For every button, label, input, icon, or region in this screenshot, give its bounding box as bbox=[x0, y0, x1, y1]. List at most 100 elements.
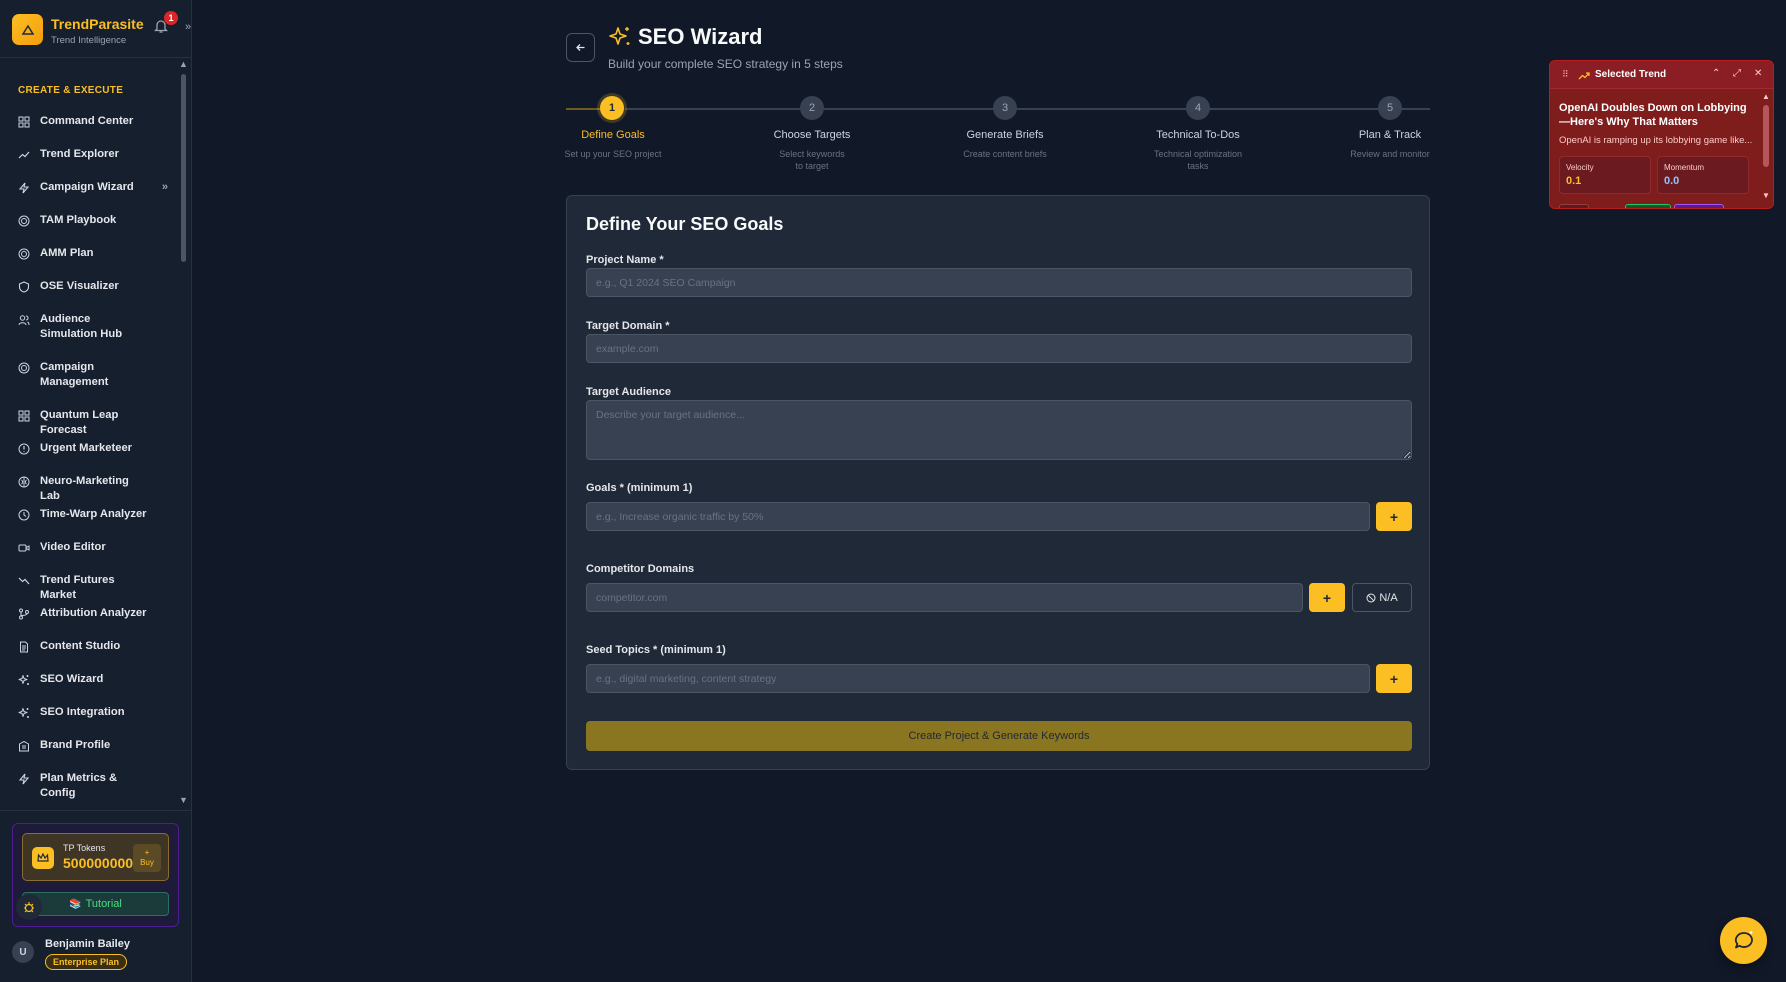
sidebar-item-quantum-leap-forecast[interactable]: Quantum Leap Forecast bbox=[18, 408, 168, 438]
target-icon bbox=[18, 248, 30, 260]
divider bbox=[0, 57, 192, 58]
selected-trend-widget[interactable]: ⠿ Selected Trend ⌃ ⤢ ✕ OpenAI Doubles Do… bbox=[1549, 60, 1774, 209]
target-domain-input[interactable] bbox=[586, 334, 1412, 363]
sidebar-item-label: Neuro-Marketing Lab bbox=[40, 475, 129, 502]
sidebar-item-label: Attribution Analyzer bbox=[40, 607, 147, 619]
sidebar-item-label: TAM Playbook bbox=[40, 214, 117, 226]
sidebar-item-ose-visualizer[interactable]: OSE Visualizer bbox=[18, 279, 168, 294]
scroll-up-icon[interactable]: ▲ bbox=[179, 59, 188, 69]
sidebar-item-label: Content Studio bbox=[40, 640, 121, 652]
sidebar-item-amm-plan[interactable]: AMM Plan bbox=[18, 246, 168, 261]
minimize-icon[interactable]: ⌃ bbox=[1712, 68, 1720, 79]
project-name-input[interactable] bbox=[586, 268, 1412, 297]
create-project-button[interactable]: Create Project & Generate Keywords bbox=[586, 721, 1412, 751]
seed-topic-input[interactable] bbox=[586, 664, 1370, 693]
step-4-circle[interactable]: 4 bbox=[1186, 96, 1210, 120]
logo-icon bbox=[12, 14, 43, 45]
sparkle-icon bbox=[18, 707, 30, 719]
grid-icon bbox=[18, 410, 30, 422]
seed-topics-label: Seed Topics * (minimum 1) bbox=[586, 644, 726, 656]
bolt-icon bbox=[18, 773, 30, 785]
ban-icon bbox=[1366, 593, 1376, 602]
grid-icon bbox=[18, 116, 30, 128]
goals-input[interactable] bbox=[586, 502, 1370, 531]
close-icon[interactable]: ✕ bbox=[1754, 68, 1762, 79]
sidebar-item-seo-wizard[interactable]: SEO Wizard bbox=[18, 672, 168, 687]
sidebar-item-trend-explorer[interactable]: Trend Explorer bbox=[18, 147, 168, 162]
sidebar-item-label: SEO Wizard bbox=[40, 673, 104, 685]
target-audience-label: Target Audience bbox=[586, 386, 671, 398]
step-5-desc: Review and monitor bbox=[1350, 149, 1430, 159]
scroll-down-icon[interactable]: ▼ bbox=[179, 795, 188, 805]
step-2-desc: Select keywords to target bbox=[779, 149, 845, 171]
buy-plus: + bbox=[144, 848, 150, 857]
trending-down-icon bbox=[18, 575, 30, 587]
target-audience-textarea[interactable] bbox=[586, 400, 1412, 460]
add-competitor-button[interactable]: + bbox=[1309, 583, 1345, 612]
branch-icon bbox=[18, 608, 30, 620]
user-name: Benjamin Bailey bbox=[45, 938, 130, 950]
widget-title: Selected Trend bbox=[1595, 69, 1667, 80]
drag-handle-icon[interactable]: ⠿ bbox=[1562, 69, 1569, 80]
sidebar-item-video-editor[interactable]: Video Editor bbox=[18, 540, 168, 555]
sidebar-item-urgent-marketeer[interactable]: Urgent Marketeer bbox=[18, 441, 168, 456]
expand-arrow-icon[interactable]: » bbox=[162, 180, 168, 195]
sidebar-item-label: Plan Metrics & Config bbox=[40, 772, 118, 799]
book-icon: 📚 bbox=[69, 898, 82, 910]
step-4-desc: Technical optimization tasks bbox=[1153, 149, 1243, 171]
sidebar-item-neuro-marketing-lab[interactable]: Neuro-Marketing Lab bbox=[18, 474, 168, 504]
sidebar-item-seo-integration[interactable]: SEO Integration bbox=[18, 705, 168, 720]
avatar[interactable]: U bbox=[12, 941, 34, 963]
step-1-label: Define Goals bbox=[581, 129, 645, 141]
sidebar-item-campaign-wizard[interactable]: Campaign Wizard » bbox=[18, 180, 168, 195]
chat-button[interactable] bbox=[1720, 917, 1767, 964]
momentum-label: Momentum bbox=[1664, 163, 1705, 172]
bug-icon[interactable] bbox=[16, 894, 42, 920]
goals-label: Goals * (minimum 1) bbox=[586, 482, 693, 494]
sidebar-item-label: AMM Plan bbox=[40, 247, 94, 259]
back-button[interactable] bbox=[566, 33, 595, 62]
step-2-circle[interactable]: 2 bbox=[800, 96, 824, 120]
buy-label: Buy bbox=[140, 858, 154, 867]
collapse-sidebar-icon[interactable]: » bbox=[185, 21, 191, 33]
action-chip[interactable] bbox=[1625, 204, 1671, 208]
sidebar-item-label: Campaign Management bbox=[40, 361, 109, 388]
bolt-icon bbox=[18, 182, 30, 194]
add-topic-button[interactable]: + bbox=[1376, 664, 1412, 693]
scroll-up-icon[interactable]: ▲ bbox=[1762, 92, 1770, 101]
buy-tokens-button[interactable]: + Buy bbox=[133, 844, 161, 872]
sidebar-item-attribution-analyzer[interactable]: Attribution Analyzer bbox=[18, 606, 168, 621]
brand-name: TrendParasite bbox=[51, 16, 144, 32]
widget-scrollbar[interactable] bbox=[1763, 105, 1769, 167]
expand-icon[interactable]: ⤢ bbox=[1733, 68, 1741, 79]
sidebar-item-brand-profile[interactable]: Brand Profile bbox=[18, 738, 168, 753]
sidebar-item-campaign-management[interactable]: Campaign Management bbox=[18, 360, 168, 390]
trend-description: OpenAI is ramping up its lobbying game l… bbox=[1559, 135, 1753, 146]
scroll-down-icon[interactable]: ▼ bbox=[1762, 191, 1770, 200]
sidebar-item-label: Campaign Wizard bbox=[40, 181, 134, 193]
sidebar-item-audience-simulation-hub[interactable]: Audience Simulation Hub bbox=[18, 312, 168, 342]
sidebar-item-time-warp-analyzer[interactable]: Time-Warp Analyzer bbox=[18, 507, 168, 522]
competitor-domain-input[interactable] bbox=[586, 583, 1303, 612]
sidebar-scrollbar[interactable] bbox=[181, 74, 186, 262]
action-chip[interactable] bbox=[1559, 204, 1589, 208]
sidebar-item-command-center[interactable]: Command Center bbox=[18, 114, 168, 129]
step-3-circle[interactable]: 3 bbox=[993, 96, 1017, 120]
step-2-label: Choose Targets bbox=[773, 129, 851, 141]
target-icon bbox=[18, 215, 30, 227]
widget-header[interactable]: ⠿ Selected Trend ⌃ ⤢ ✕ bbox=[1550, 61, 1773, 89]
sidebar-item-tam-playbook[interactable]: TAM Playbook bbox=[18, 213, 168, 228]
file-icon bbox=[18, 641, 30, 653]
sidebar-item-label: Brand Profile bbox=[40, 739, 111, 751]
sidebar-item-content-studio[interactable]: Content Studio bbox=[18, 639, 168, 654]
sidebar-item-plan-metrics-config[interactable]: Plan Metrics & Config bbox=[18, 771, 168, 801]
tutorial-button[interactable]: 📚 Tutorial bbox=[22, 892, 169, 916]
step-1-circle[interactable]: 1 bbox=[600, 96, 624, 120]
step-5-circle[interactable]: 5 bbox=[1378, 96, 1402, 120]
action-chip[interactable] bbox=[1674, 204, 1724, 208]
add-goal-button[interactable]: + bbox=[1376, 502, 1412, 531]
velocity-metric: Velocity 0.1 bbox=[1559, 156, 1651, 194]
trend-headline: OpenAI Doubles Down on Lobbying—Here's W… bbox=[1559, 102, 1747, 128]
sidebar-item-trend-futures-market[interactable]: Trend Futures Market bbox=[18, 573, 168, 603]
na-button[interactable]: N/A bbox=[1352, 583, 1412, 612]
